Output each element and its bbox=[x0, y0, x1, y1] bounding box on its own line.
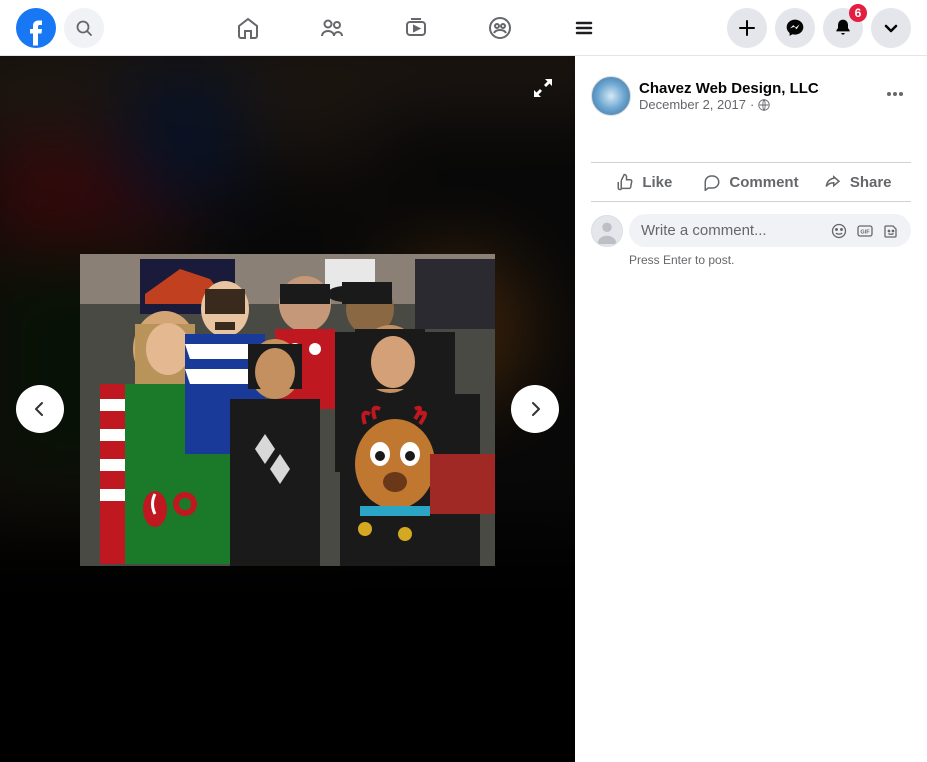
next-photo-button[interactable] bbox=[511, 385, 559, 433]
post-meta: Chavez Web Design, LLC December 2, 2017 … bbox=[639, 80, 819, 112]
photo-content[interactable] bbox=[80, 254, 495, 566]
post-options-button[interactable] bbox=[879, 78, 911, 115]
create-button[interactable] bbox=[727, 8, 767, 48]
main-content: Chavez Web Design, LLC December 2, 2017 … bbox=[0, 56, 927, 762]
post-sidebar: Chavez Web Design, LLC December 2, 2017 … bbox=[575, 56, 927, 762]
prev-photo-button[interactable] bbox=[16, 385, 64, 433]
bell-icon bbox=[833, 18, 853, 38]
post-actions: Like Comment Share bbox=[591, 163, 911, 202]
facebook-logo[interactable] bbox=[16, 8, 56, 48]
chevron-left-icon bbox=[30, 399, 50, 419]
like-button[interactable]: Like bbox=[591, 163, 698, 201]
search-icon bbox=[76, 20, 92, 36]
sticker-icon bbox=[883, 223, 899, 239]
comment-input[interactable] bbox=[641, 222, 831, 239]
comment-icon bbox=[703, 173, 721, 191]
author-avatar[interactable] bbox=[591, 76, 631, 116]
dots-icon bbox=[885, 84, 905, 104]
share-label: Share bbox=[850, 174, 892, 191]
notification-badge: 6 bbox=[849, 4, 867, 22]
sticker-button[interactable] bbox=[883, 223, 899, 239]
like-icon bbox=[616, 173, 634, 191]
expand-button[interactable] bbox=[531, 76, 555, 100]
comment-button[interactable]: Comment bbox=[698, 163, 805, 201]
caret-down-icon bbox=[884, 21, 898, 35]
header-left bbox=[16, 8, 104, 48]
photo-viewer bbox=[0, 56, 575, 762]
search-button[interactable] bbox=[64, 8, 104, 48]
post-date[interactable]: December 2, 2017 bbox=[639, 97, 746, 112]
post-header-left: Chavez Web Design, LLC December 2, 2017 … bbox=[591, 76, 819, 116]
separator: · bbox=[750, 97, 754, 112]
groups-icon[interactable] bbox=[488, 16, 512, 40]
share-button[interactable]: Share bbox=[804, 163, 911, 201]
plus-icon bbox=[738, 19, 756, 37]
author-link[interactable]: Chavez Web Design, LLC bbox=[639, 80, 819, 97]
emoji-icon bbox=[831, 223, 847, 239]
comment-composer: GIF bbox=[591, 214, 911, 247]
comment-hint: Press Enter to post. bbox=[629, 253, 911, 267]
audience-public-icon[interactable] bbox=[758, 99, 770, 111]
post-date-row: December 2, 2017 · bbox=[639, 97, 819, 112]
header-right: 6 bbox=[727, 8, 911, 48]
share-icon bbox=[824, 173, 842, 191]
user-avatar[interactable] bbox=[591, 215, 623, 247]
gif-icon: GIF bbox=[857, 223, 873, 239]
messenger-icon bbox=[785, 18, 805, 38]
comment-box[interactable]: GIF bbox=[629, 214, 911, 247]
watch-icon[interactable] bbox=[404, 16, 428, 40]
gif-button[interactable]: GIF bbox=[857, 223, 873, 239]
account-button[interactable] bbox=[871, 8, 911, 48]
like-label: Like bbox=[642, 174, 672, 191]
default-avatar-icon bbox=[592, 215, 622, 247]
comment-label: Comment bbox=[729, 174, 798, 191]
friends-icon[interactable] bbox=[320, 16, 344, 40]
post-header: Chavez Web Design, LLC December 2, 2017 … bbox=[591, 68, 911, 132]
top-nav: 6 bbox=[0, 0, 927, 56]
notifications-button[interactable]: 6 bbox=[823, 8, 863, 48]
svg-text:GIF: GIF bbox=[860, 229, 870, 235]
home-icon[interactable] bbox=[236, 16, 260, 40]
hamburger-icon[interactable] bbox=[572, 16, 596, 40]
messenger-button[interactable] bbox=[775, 8, 815, 48]
comment-tools: GIF bbox=[831, 223, 899, 239]
emoji-button[interactable] bbox=[831, 223, 847, 239]
expand-icon bbox=[531, 76, 555, 100]
header-center bbox=[236, 16, 596, 40]
chevron-right-icon bbox=[525, 399, 545, 419]
